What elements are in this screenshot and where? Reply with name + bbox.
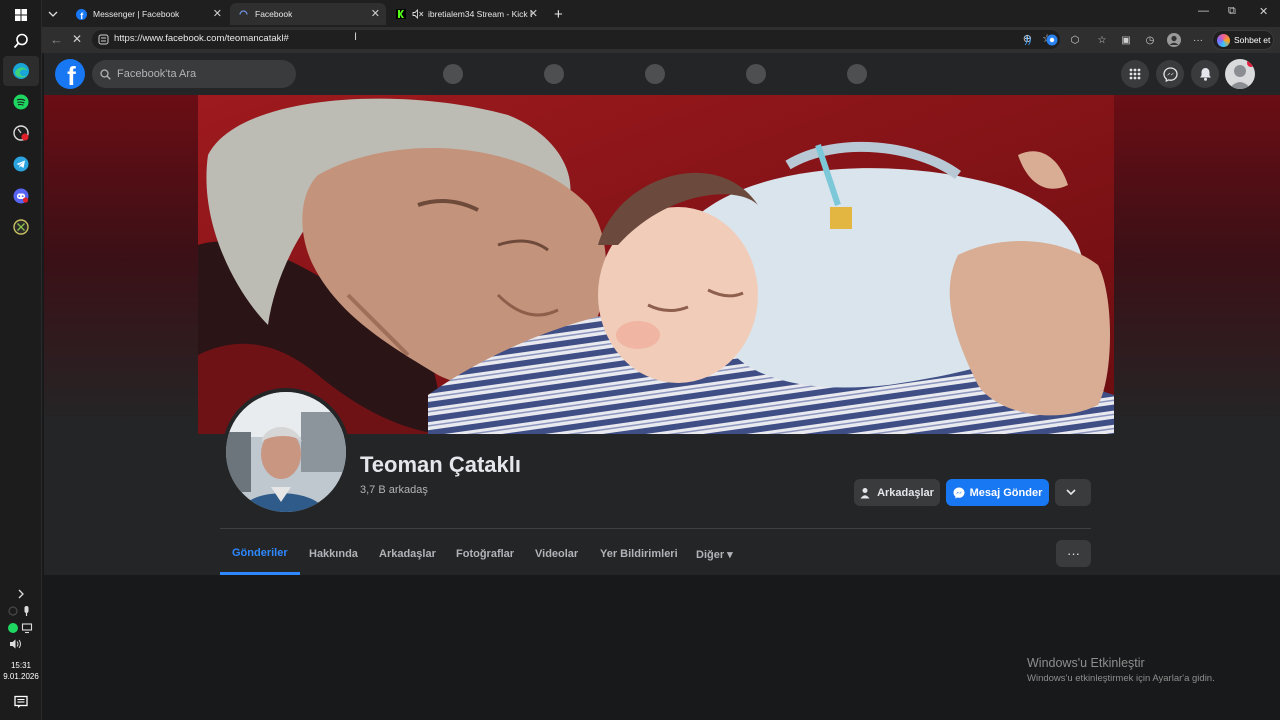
volume-icon[interactable] [0, 633, 42, 655]
nav-groups[interactable] [746, 64, 766, 84]
stop-loading-icon[interactable]: ✕ [72, 32, 82, 46]
facebook-page: f Facebook'ta Ara Teoman Çataklı 3,7 B a… [44, 53, 1280, 720]
spotify-icon[interactable] [0, 87, 42, 117]
xbox-icon[interactable] [0, 212, 42, 242]
tab-title: Facebook [255, 9, 293, 19]
send-message-label: Mesaj Gönder [969, 486, 1043, 499]
more-menu-icon[interactable]: ··· [1190, 32, 1206, 48]
back-icon[interactable]: ← [50, 32, 63, 47]
more-options-button[interactable]: ··· [1056, 540, 1091, 567]
minimize-icon[interactable]: — [1198, 5, 1209, 17]
facebook-search-input[interactable]: Facebook'ta Ara [92, 60, 296, 88]
text-cursor-icon: I [354, 31, 358, 43]
account-avatar[interactable] [1225, 59, 1255, 89]
telegram-icon[interactable] [0, 149, 42, 179]
friend-count[interactable]: 3,7 B arkadaş [360, 484, 428, 496]
extension-icon[interactable] [1044, 32, 1060, 48]
close-icon[interactable]: ✕ [213, 7, 222, 20]
person-check-icon [860, 487, 870, 498]
clock-date[interactable]: 9.01.2026 [0, 671, 42, 682]
activation-subtitle: Windows'u etkinleştirmek için Ayarlar'a … [1027, 673, 1215, 684]
tab-messenger[interactable]: f Messenger | Facebook ✕ [68, 3, 228, 25]
site-info-icon[interactable] [98, 34, 109, 45]
favorites-icon[interactable]: ☆ [1094, 32, 1110, 48]
menu-grid-icon[interactable] [1121, 60, 1149, 88]
chevron-down-icon [48, 11, 58, 17]
profile-actions-dropdown[interactable] [1055, 479, 1091, 506]
edge-icon[interactable] [3, 56, 39, 86]
tab-facebook[interactable]: Facebook ✕ [230, 3, 386, 25]
tab-about[interactable]: Hakkında [297, 533, 370, 575]
windows-activation-watermark: Windows'u Etkinleştir Windows'u etkinleş… [1027, 656, 1215, 684]
tab-title: Messenger | Facebook [93, 9, 180, 19]
nav-gaming[interactable] [847, 64, 867, 84]
tab-friends[interactable]: Arkadaşlar [367, 533, 448, 575]
kick-icon [396, 9, 406, 19]
tabs-divider [220, 528, 1091, 529]
copilot-label: Sohbet et [1234, 35, 1271, 45]
muted-speaker-icon[interactable] [412, 9, 424, 19]
address-text[interactable]: https://www.facebook.com/teomancatakl# [114, 33, 289, 44]
extensions-puzzle-icon[interactable]: ⬡ [1067, 32, 1083, 48]
tab-videos[interactable]: Videolar [523, 533, 590, 575]
messenger-icon[interactable] [1156, 60, 1184, 88]
cover-photo[interactable] [198, 95, 1114, 434]
new-tab-button[interactable]: + [550, 3, 574, 25]
nav-marketplace[interactable] [645, 64, 665, 84]
nav-home[interactable] [443, 64, 463, 84]
nav-watch[interactable] [544, 64, 564, 84]
tab-posts[interactable]: Gönderiler [220, 533, 300, 575]
search-placeholder: Facebook'ta Ara [117, 68, 197, 80]
restore-icon[interactable]: ⧉ [1228, 5, 1236, 18]
tab-list-button[interactable] [42, 3, 66, 25]
browser-toolbar: ← ✕ https://www.facebook.com/teomancatak… [42, 27, 1280, 53]
close-window-icon[interactable]: ✕ [1259, 5, 1268, 18]
tab-photos[interactable]: Fotoğraflar [444, 533, 526, 575]
app-red-icon[interactable] [0, 118, 42, 148]
notification-icon[interactable] [0, 690, 42, 714]
profile-picture[interactable] [222, 388, 350, 516]
facebook-logo[interactable]: f [55, 59, 85, 89]
friends-button[interactable]: Arkadaşlar [854, 479, 940, 506]
chevron-down-icon [1065, 489, 1076, 496]
tab-kick-stream[interactable]: ibretialem34 Stream - Kick Da ✕ [388, 3, 544, 25]
notifications-bell-icon[interactable] [1191, 60, 1219, 88]
read-aloud-icon[interactable]: )) [1020, 32, 1036, 48]
tab-check-ins[interactable]: Yer Bildirimleri [588, 533, 690, 575]
address-bar[interactable]: https://www.facebook.com/teomancatakl# I… [92, 30, 1060, 49]
close-icon[interactable]: ✕ [371, 7, 380, 20]
tab-more[interactable]: Diğer ▾ [684, 533, 745, 575]
discord-icon[interactable] [0, 181, 42, 211]
profile-name: Teoman Çataklı [360, 452, 521, 477]
loading-icon [239, 9, 248, 15]
windows-taskbar: 15:31 9.01.2026 [0, 0, 42, 720]
clock-time[interactable]: 15:31 [0, 660, 42, 671]
close-icon[interactable]: ✕ [529, 7, 538, 20]
messenger-icon [953, 487, 965, 498]
collections-icon[interactable]: ▣ [1118, 32, 1134, 48]
search-icon [100, 68, 111, 80]
profile-header: Teoman Çataklı 3,7 B arkadaş Arkadaşlar … [44, 95, 1280, 575]
facebook-top-nav: f Facebook'ta Ara [44, 53, 1280, 95]
browser-tabstrip: f Messenger | Facebook ✕ Facebook ✕ ibre… [42, 0, 1280, 27]
friends-button-label: Arkadaşlar [877, 486, 934, 499]
tab-title: ibretialem34 Stream - Kick Da [428, 9, 532, 19]
send-message-button[interactable]: Mesaj Gönder [946, 479, 1049, 506]
facebook-icon: f [76, 8, 87, 20]
history-icon[interactable]: ◷ [1142, 32, 1158, 48]
profile-avatar-icon[interactable] [1166, 32, 1182, 48]
search-icon[interactable] [0, 26, 42, 56]
notification-badge [1247, 59, 1255, 67]
activation-title: Windows'u Etkinleştir [1027, 656, 1145, 670]
copilot-icon [1217, 33, 1230, 47]
copilot-button[interactable]: Sohbet et [1212, 30, 1274, 50]
